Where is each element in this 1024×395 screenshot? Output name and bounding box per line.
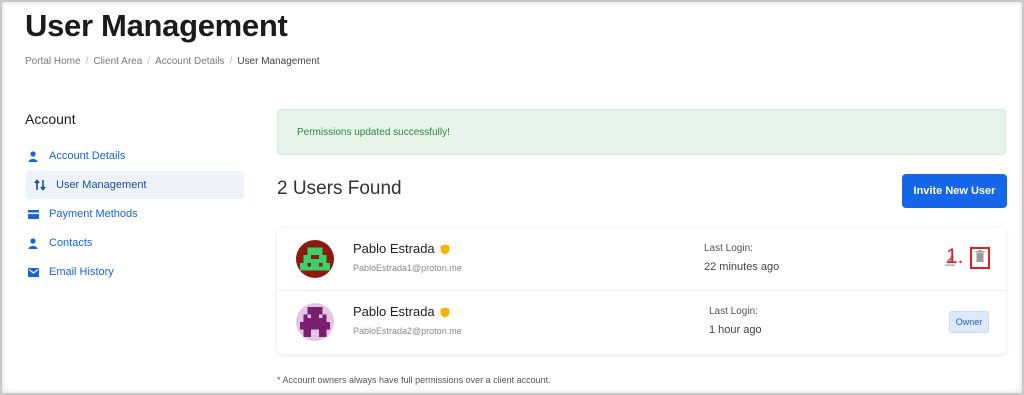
users-count-heading: 2 Users Found xyxy=(277,178,402,199)
user-name: Pablo Estrada xyxy=(353,241,450,256)
sidebar-item-label: User Management xyxy=(56,179,147,191)
last-login-value: 22 minutes ago xyxy=(704,261,780,273)
sidebar-item-user-management[interactable]: User Management xyxy=(26,171,244,199)
shield-icon xyxy=(440,306,450,318)
delete-user-button[interactable] xyxy=(970,247,990,269)
last-login-value: 1 hour ago xyxy=(709,324,762,336)
users-list-card: Pablo Estrada PabloEstrada1@proton.me La… xyxy=(277,228,1006,354)
success-alert: Permissions updated successfully! xyxy=(277,109,1006,155)
breadcrumb-account-details[interactable]: Account Details xyxy=(155,56,224,67)
shield-icon xyxy=(440,243,450,255)
credit-card-icon xyxy=(26,207,40,221)
breadcrumb-portal-home[interactable]: Portal Home xyxy=(25,56,81,67)
alert-message: Permissions updated successfully! xyxy=(297,126,450,138)
owner-badge: Owner xyxy=(949,311,989,333)
user-name-text: Pablo Estrada xyxy=(353,241,435,256)
user-row: Pablo Estrada PabloEstrada1@proton.me La… xyxy=(277,228,1006,291)
invite-new-user-button[interactable]: Invite New User xyxy=(902,174,1007,208)
envelope-icon xyxy=(26,265,40,279)
user-icon xyxy=(26,149,40,163)
sidebar-item-label: Payment Methods xyxy=(49,208,138,220)
sidebar-item-label: Account Details xyxy=(49,150,126,162)
user-icon xyxy=(26,236,40,250)
user-email: PabloEstrada2@proton.me xyxy=(353,326,462,336)
user-row: Pablo Estrada PabloEstrada2@proton.me La… xyxy=(277,291,1006,354)
arrows-updown-icon xyxy=(33,178,47,192)
last-login-label: Last Login: xyxy=(704,243,753,254)
breadcrumb-client-area[interactable]: Client Area xyxy=(93,56,142,67)
annotation-label: 1. xyxy=(946,245,964,268)
sidebar-item-label: Email History xyxy=(49,266,114,278)
sidebar-item-account-details[interactable]: Account Details xyxy=(26,142,244,170)
sidebar-item-label: Contacts xyxy=(49,237,93,249)
sidebar-item-contacts[interactable]: Contacts xyxy=(26,229,244,257)
breadcrumb-separator: / xyxy=(229,56,233,67)
sidebar-title: Account xyxy=(25,111,76,127)
owner-permissions-footnote: * Account owners always have full permis… xyxy=(277,375,551,385)
page-title: User Management xyxy=(25,8,288,43)
user-email: PabloEstrada1@proton.me xyxy=(353,263,462,273)
avatar xyxy=(296,303,334,341)
trash-icon xyxy=(975,249,985,267)
sidebar-item-email-history[interactable]: Email History xyxy=(26,258,244,286)
breadcrumb-current: User Management xyxy=(237,56,320,67)
user-name: Pablo Estrada xyxy=(353,304,450,319)
breadcrumb: Portal Home / Client Area / Account Deta… xyxy=(25,56,320,67)
sidebar-item-payment-methods[interactable]: Payment Methods xyxy=(26,200,244,228)
avatar xyxy=(296,240,334,278)
user-name-text: Pablo Estrada xyxy=(353,304,435,319)
last-login-label: Last Login: xyxy=(709,306,758,317)
breadcrumb-separator: / xyxy=(85,56,89,67)
breadcrumb-separator: / xyxy=(147,56,151,67)
